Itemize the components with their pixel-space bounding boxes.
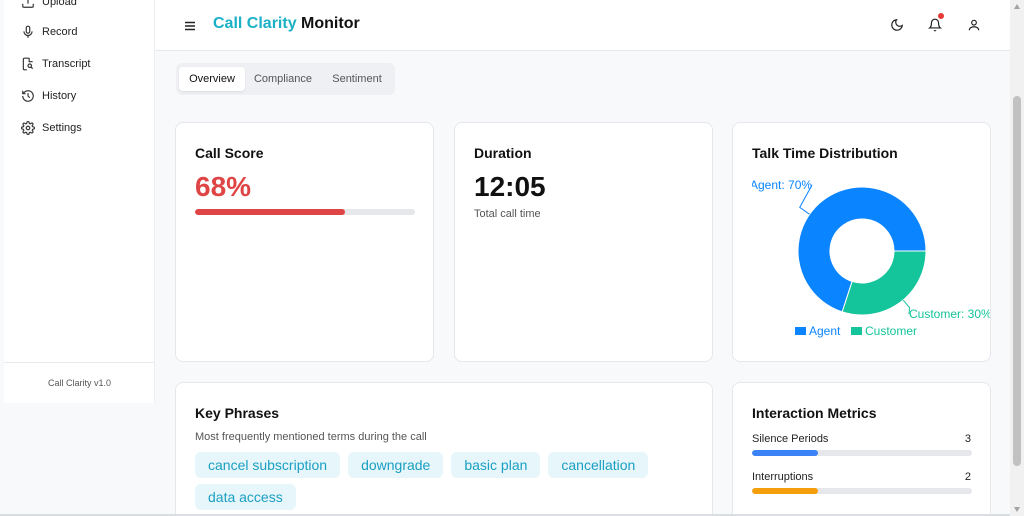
call-score-bar: [195, 209, 415, 215]
duration-value: 12:05: [474, 171, 546, 202]
tab-overview[interactable]: Overview: [179, 67, 245, 91]
bell-icon[interactable]: [926, 13, 944, 34]
hamburger-menu-icon[interactable]: [182, 18, 198, 34]
card-title: Call Score: [195, 145, 264, 161]
scroll-down-arrow-icon[interactable]: [1014, 507, 1020, 512]
scrollbar-thumb[interactable]: [1013, 96, 1021, 466]
metric-label-silence: Silence Periods: [752, 433, 829, 445]
user-icon[interactable]: [965, 16, 983, 34]
customer-slice-label: Customer: 30%: [909, 307, 990, 321]
top-header: Call Clarity Monitor: [155, 0, 1010, 51]
agent-slice-label: Agent: 70%: [752, 178, 812, 192]
interaction-metrics-card: Interaction Metrics Silence Periods 3 In…: [732, 382, 991, 516]
moon-icon[interactable]: [888, 16, 906, 34]
sidebar: Upload Record Transcript History Setting…: [4, 0, 155, 403]
metric-bar-silence: [752, 450, 972, 456]
call-score-card: Call Score 68%: [175, 122, 434, 362]
scroll-up-arrow-icon[interactable]: [1014, 4, 1020, 9]
key-phrases-card: Key Phrases Most frequently mentioned te…: [175, 382, 713, 516]
key-phrase-chip[interactable]: cancellation: [548, 452, 649, 478]
key-phrase-chip[interactable]: data access: [195, 484, 296, 510]
sidebar-item-label: Settings: [42, 122, 82, 134]
metric-label-interruptions: Interruptions: [752, 471, 814, 483]
card-title: Duration: [474, 145, 532, 161]
call-score-value: 68%: [195, 171, 252, 202]
notification-dot: [938, 13, 944, 19]
talk-time-card: Talk Time Distribution Agent: 70% Custom…: [732, 122, 991, 362]
upload-icon: [20, 0, 36, 10]
card-title: Key Phrases: [195, 405, 280, 421]
app-title-accent: Call Clarity: [213, 15, 297, 32]
key-phrase-chip[interactable]: cancel subscription: [195, 452, 341, 478]
metric-count-silence: 3: [964, 433, 971, 445]
document-search-icon: [20, 56, 36, 72]
call-score-bar-fill: [195, 209, 345, 215]
sidebar-item-label: Transcript: [42, 58, 91, 70]
app-version: Call Clarity v1.0: [4, 362, 155, 403]
duration-subtitle: Total call time: [474, 208, 541, 220]
duration-card: Duration 12:05 Total call time: [454, 122, 713, 362]
legend-swatch-customer: [851, 327, 862, 335]
donut-slice-customer[interactable]: [841, 250, 927, 316]
metric-count-interruptions: 2: [964, 471, 971, 483]
legend-label-agent: Agent: [809, 324, 841, 338]
sidebar-item-record[interactable]: Record: [20, 21, 77, 43]
app-title: Call Clarity Monitor: [213, 15, 360, 33]
key-phrase-chip[interactable]: downgrade: [348, 452, 444, 478]
sidebar-item-label: Record: [42, 26, 78, 38]
history-icon: [20, 88, 36, 104]
metric-bar-fill-silence: [752, 450, 818, 456]
key-phrase-chip[interactable]: basic plan: [451, 452, 541, 478]
legend-swatch-agent: [795, 327, 806, 335]
key-phrases-subtitle: Most frequently mentioned terms during t…: [195, 431, 427, 443]
card-title: Interaction Metrics: [752, 405, 877, 421]
view-tabs: Overview Compliance Sentiment: [176, 63, 395, 95]
talk-time-donut-chart: Agent: 70% Customer: 30% Agent Customer: [752, 178, 990, 338]
tab-sentiment[interactable]: Sentiment: [323, 67, 391, 91]
legend-label-customer: Customer: [865, 324, 917, 338]
sidebar-item-history[interactable]: History: [20, 85, 76, 107]
app-title-rest: Monitor: [296, 15, 360, 32]
card-title: Talk Time Distribution: [752, 145, 898, 161]
gear-icon: [20, 120, 36, 136]
sidebar-item-settings[interactable]: Settings: [20, 117, 82, 139]
microphone-icon: [20, 24, 36, 40]
sidebar-item-label: Upload: [42, 0, 77, 8]
sidebar-item-transcript[interactable]: Transcript: [20, 53, 91, 75]
page-scrollbar[interactable]: [1010, 0, 1024, 516]
sidebar-spacer: [4, 403, 155, 516]
sidebar-item-upload[interactable]: Upload: [20, 0, 77, 13]
sidebar-item-label: History: [42, 90, 77, 102]
key-phrase-list: cancel subscription downgrade basic plan ca…: [195, 452, 715, 516]
tab-compliance[interactable]: Compliance: [248, 67, 318, 91]
metric-bar-fill-interruptions: [752, 488, 818, 494]
metric-bar-interruptions: [752, 488, 972, 494]
